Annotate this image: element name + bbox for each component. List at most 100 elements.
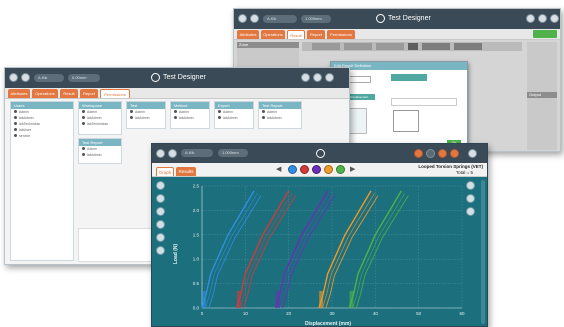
tool-chip[interactable] xyxy=(454,43,482,50)
side-header: Zone xyxy=(237,42,299,48)
series-line-cycle xyxy=(322,192,375,309)
back-topbar: A.Klk 1.000mm Test Designer xyxy=(234,9,560,29)
back-tab-operations[interactable]: Operations xyxy=(261,30,285,39)
x-tick-label: 50 xyxy=(416,311,422,316)
specimen-icon[interactable] xyxy=(312,165,321,174)
series-line-unload xyxy=(208,195,262,309)
mid-tab-operations[interactable]: Operations xyxy=(32,89,58,98)
user-icon xyxy=(14,134,17,137)
next-arrow-icon[interactable]: ▶ xyxy=(350,165,355,173)
zoom-in-icon[interactable] xyxy=(156,181,165,190)
x-tick-label: 40 xyxy=(373,311,379,316)
tool-chip[interactable] xyxy=(312,43,340,50)
app-logo-icon xyxy=(376,14,385,23)
series-base-mark xyxy=(349,290,354,308)
zoom-out-icon[interactable] xyxy=(156,194,165,203)
add-icon[interactable] xyxy=(156,246,165,255)
series-line-unload xyxy=(355,195,409,309)
play-icon[interactable] xyxy=(438,149,447,158)
close-icon[interactable] xyxy=(550,14,559,23)
user-icon[interactable] xyxy=(538,14,547,23)
close-icon[interactable] xyxy=(468,149,477,158)
user-pill[interactable]: A.Klk xyxy=(263,15,297,23)
back-tab-result[interactable]: Result xyxy=(287,30,305,39)
user-icon xyxy=(174,110,177,113)
zoom-area-icon[interactable] xyxy=(156,207,165,216)
menu-icon[interactable] xyxy=(238,14,247,23)
list-item[interactable]: labAdmin xyxy=(79,152,121,158)
chart-curves xyxy=(201,190,409,309)
home-icon[interactable] xyxy=(168,149,177,158)
test-report-card: Test Report Admin labAdmin xyxy=(258,101,302,129)
card-header: Method xyxy=(171,102,209,109)
user-pill[interactable]: A.Klk xyxy=(181,149,213,157)
mid-tab-report[interactable]: Report xyxy=(80,89,98,98)
close-icon[interactable] xyxy=(325,73,334,82)
back-tab-permissions[interactable]: Permissions xyxy=(327,30,355,39)
export-card: Export Admin labAdmin xyxy=(214,101,254,129)
save-button[interactable] xyxy=(533,30,557,38)
user-icon xyxy=(130,116,133,119)
tab-results[interactable]: Results xyxy=(176,167,196,176)
specimen-icon[interactable] xyxy=(288,165,297,174)
list-item[interactable]: labTechnician xyxy=(79,121,121,127)
front-window: A.Klk 1.000mm Graph Results ◀ ▶ Looped T… xyxy=(151,143,488,327)
mid-app-title: Test Designer xyxy=(163,74,206,81)
tool-chip[interactable] xyxy=(422,43,450,50)
list-item[interactable]: labAdmin xyxy=(215,115,253,121)
scrollbar[interactable] xyxy=(481,180,485,324)
home-icon[interactable] xyxy=(250,14,259,23)
search-pill[interactable]: 0.00mm xyxy=(68,74,100,82)
back-tab-attributes[interactable]: Attributes xyxy=(237,30,259,39)
front-subbar: Graph Results ◀ ▶ Looped Torsion Springs… xyxy=(152,163,487,177)
card-header: Test xyxy=(127,102,165,109)
settings-icon[interactable] xyxy=(526,14,535,23)
x-tick-label: 30 xyxy=(329,311,335,316)
user-icon xyxy=(14,110,17,113)
specimen-icon[interactable] xyxy=(300,165,309,174)
menu-icon[interactable] xyxy=(9,73,18,82)
tab-graph[interactable]: Graph xyxy=(156,167,174,176)
prev-arrow-icon[interactable]: ◀ xyxy=(276,165,281,173)
list-item[interactable]: service xyxy=(11,133,73,139)
stop-icon[interactable] xyxy=(414,149,423,158)
x-tick-label: 10 xyxy=(243,311,249,316)
user-pill[interactable]: A.Klk xyxy=(34,74,64,82)
list-item[interactable]: labAdmin xyxy=(259,115,301,121)
user-icon xyxy=(82,122,85,125)
list-item-label: labTechnician xyxy=(19,122,41,126)
tool-chip[interactable] xyxy=(408,43,418,50)
zoom-reset-icon[interactable] xyxy=(156,220,165,229)
list-item-label: labAdmin xyxy=(179,116,194,120)
menu-icon[interactable] xyxy=(156,149,165,158)
list-item-label: labAdmin xyxy=(267,116,282,120)
card-header: Test Report xyxy=(79,139,121,146)
mid-tab-attributes[interactable]: Attributes xyxy=(8,89,30,98)
user-icon xyxy=(82,110,85,113)
specimen-icon[interactable] xyxy=(336,165,345,174)
user-icon[interactable] xyxy=(313,73,322,82)
settings-icon[interactable] xyxy=(301,73,310,82)
y-tick-label: 2.0 xyxy=(193,208,200,213)
series-base-mark xyxy=(236,290,241,308)
search-pill[interactable]: 1.000mm xyxy=(218,149,248,157)
mid-tab-permissions[interactable]: Permissions xyxy=(100,89,130,98)
home-icon[interactable] xyxy=(21,73,30,82)
list-item-label: labAdmin xyxy=(87,116,102,120)
mid-tab-result[interactable]: Result xyxy=(60,89,78,98)
list-item[interactable]: labAdmin xyxy=(171,115,209,121)
x-tick-label: 20 xyxy=(286,311,292,316)
tool-chip[interactable] xyxy=(344,43,372,50)
tool-chip[interactable] xyxy=(376,43,404,50)
list-item[interactable]: labAdmin xyxy=(127,115,165,121)
user-icon xyxy=(262,110,265,113)
pause-icon[interactable] xyxy=(426,149,435,158)
search-pill[interactable]: 1.000mm xyxy=(301,15,331,23)
list-item-label: labAdmin xyxy=(135,116,150,120)
specimen-icon[interactable] xyxy=(324,165,333,174)
record-icon[interactable] xyxy=(450,149,459,158)
back-tab-report[interactable]: Report xyxy=(307,30,325,39)
mid-tabbar: Attributes Operations Result Report Perm… xyxy=(5,88,349,99)
dialog-input[interactable] xyxy=(391,74,427,81)
pan-icon[interactable] xyxy=(156,233,165,242)
